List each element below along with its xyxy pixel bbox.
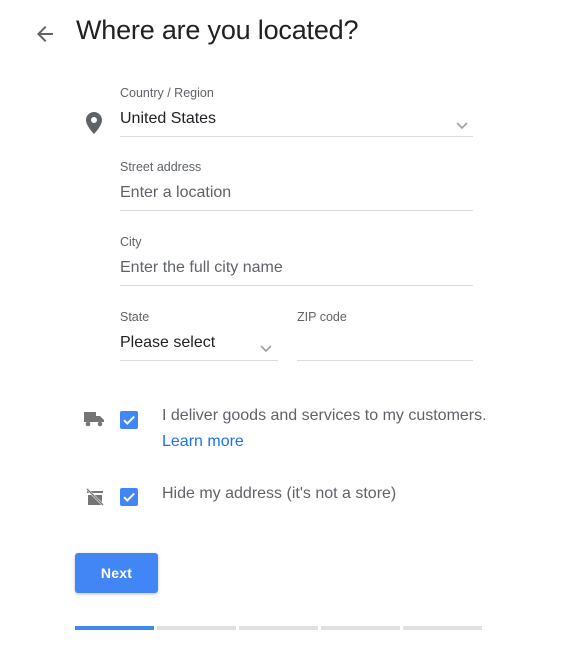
hide-address-option-text: Hide my address (it's not a store)	[162, 485, 397, 502]
zip-code-input[interactable]	[297, 332, 473, 360]
street-underline	[120, 210, 473, 211]
progress-step-4	[321, 626, 400, 630]
location-pin-icon	[85, 111, 103, 135]
hide-address-checkbox[interactable]	[120, 488, 138, 506]
city-underline	[120, 285, 473, 286]
country-underline	[120, 136, 473, 137]
country-select[interactable]: United States	[120, 108, 473, 136]
state-underline	[120, 360, 278, 361]
zip-label: ZIP code	[297, 310, 347, 324]
country-value: United States	[120, 110, 217, 127]
country-label: Country / Region	[120, 86, 214, 100]
deliver-option-text: I deliver goods and services to my custo…	[162, 407, 487, 424]
back-arrow-icon[interactable]	[33, 22, 57, 46]
delivery-truck-icon	[83, 410, 105, 428]
learn-more-link[interactable]: Learn more	[162, 433, 244, 451]
chevron-down-icon	[260, 340, 272, 353]
state-value: Please select	[120, 334, 216, 351]
next-button[interactable]: Next	[75, 553, 158, 593]
store-off-icon	[85, 487, 105, 507]
progress-step-3	[239, 626, 318, 630]
street-label: Street address	[120, 160, 202, 174]
city-input[interactable]: Enter the full city name	[120, 257, 473, 285]
page-title: Where are you located?	[76, 15, 359, 45]
city-label: City	[120, 235, 142, 249]
chevron-down-icon	[456, 117, 468, 130]
state-label: State	[120, 310, 150, 324]
street-address-input[interactable]: Enter a location	[120, 182, 473, 210]
city-placeholder: Enter the full city name	[120, 259, 283, 276]
state-select[interactable]: Please select	[120, 332, 278, 360]
zip-underline	[297, 360, 473, 361]
street-placeholder: Enter a location	[120, 184, 232, 201]
deliver-checkbox[interactable]	[120, 411, 138, 429]
progress-step-5	[403, 626, 482, 630]
progress-step-1	[75, 626, 154, 630]
progress-step-2	[157, 626, 236, 630]
